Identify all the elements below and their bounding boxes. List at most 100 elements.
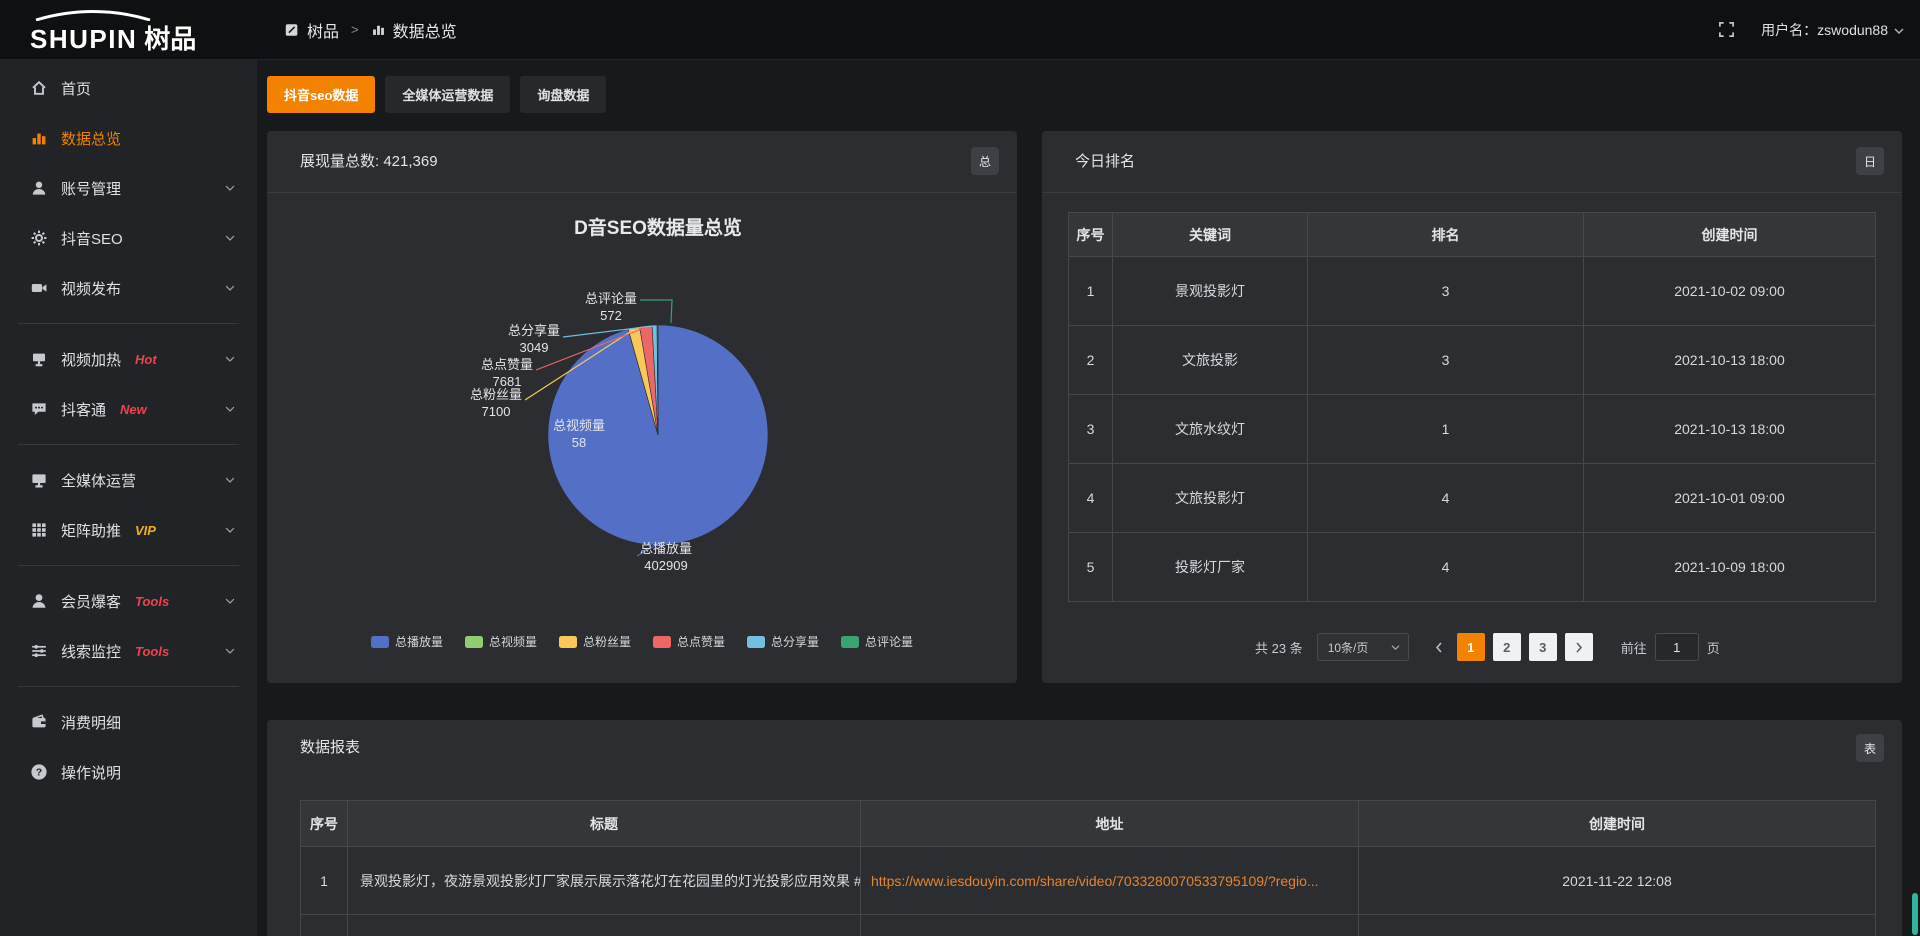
sidebar-item-douketong[interactable]: 抖客通New bbox=[0, 384, 257, 434]
page-button-3[interactable]: 3 bbox=[1529, 633, 1557, 661]
legend-item-总粉丝量[interactable]: 总粉丝量 bbox=[559, 633, 631, 650]
legend-label: 总播放量 bbox=[395, 633, 443, 650]
data-tabs: 抖音seo数据全媒体运营数据询盘数据 bbox=[267, 76, 606, 113]
day-badge-button[interactable]: 日 bbox=[1856, 147, 1884, 175]
page-size-select[interactable]: 10条/页 bbox=[1317, 633, 1409, 661]
legend-item-总播放量[interactable]: 总播放量 bbox=[371, 633, 443, 650]
sidebar-item-video-heat[interactable]: 视频加热Hot bbox=[0, 334, 257, 384]
sidebar-item-label: 矩阵助推 bbox=[61, 520, 121, 541]
goto-page-input[interactable] bbox=[1655, 633, 1699, 661]
sidebar-item-instructions[interactable]: ?操作说明 bbox=[0, 747, 257, 797]
user-icon bbox=[30, 179, 48, 197]
page-size-value: 10条/页 bbox=[1328, 639, 1369, 656]
legend-item-总点赞量[interactable]: 总点赞量 bbox=[653, 633, 725, 650]
cell: 2021-10-02 09:00 bbox=[1584, 257, 1876, 326]
legend-label: 总视频量 bbox=[489, 633, 537, 650]
page-button-1[interactable]: 1 bbox=[1457, 633, 1485, 661]
sidebar-item-douyin-seo[interactable]: 抖音SEO bbox=[0, 213, 257, 263]
table-row: 2文旅投影32021-10-13 18:00 bbox=[1069, 326, 1876, 395]
sidebar-item-home[interactable]: 首页 bbox=[0, 63, 257, 113]
sidebar-item-clue-monitor[interactable]: 线索监控Tools bbox=[0, 626, 257, 676]
cell: 4 bbox=[1308, 464, 1584, 533]
prev-page-button[interactable] bbox=[1427, 633, 1451, 661]
legend-label: 总粉丝量 bbox=[583, 633, 631, 650]
scrollbar-thumb[interactable] bbox=[1912, 893, 1918, 935]
total-badge-button[interactable]: 总 bbox=[971, 147, 999, 175]
chevron-down-icon bbox=[223, 181, 237, 195]
column-header: 序号 bbox=[301, 801, 348, 847]
person-icon bbox=[30, 592, 48, 610]
cell: 2021-11-22 12:08 bbox=[1359, 847, 1876, 915]
tab-1[interactable]: 全媒体运营数据 bbox=[385, 76, 510, 113]
legend-item-总分享量[interactable]: 总分享量 bbox=[747, 633, 819, 650]
pie-value-总视频量: 58 bbox=[572, 435, 586, 450]
sidebar-item-media-operation[interactable]: 全媒体运营 bbox=[0, 455, 257, 505]
shupin-logo[interactable]: SHUPIN 树品 bbox=[30, 8, 240, 52]
pie-value-总评论量: 572 bbox=[600, 308, 622, 323]
fullscreen-icon[interactable] bbox=[1718, 21, 1735, 38]
logo-en: SHUPIN bbox=[30, 24, 137, 55]
cell: 1 bbox=[301, 847, 348, 915]
sidebar-item-consumption-detail[interactable]: 消费明细 bbox=[0, 697, 257, 747]
chevron-down-icon bbox=[223, 281, 237, 295]
sidebar-item-label: 抖音SEO bbox=[61, 228, 123, 249]
tab-0[interactable]: 抖音seo数据 bbox=[267, 76, 375, 113]
legend-chip bbox=[841, 636, 859, 648]
sidebar-item-member-baoke[interactable]: 会员爆客Tools bbox=[0, 576, 257, 626]
sidebar-item-data-overview[interactable]: 数据总览 bbox=[0, 113, 257, 163]
grid-icon bbox=[30, 521, 48, 539]
sidebar-item-badge: Tools bbox=[135, 644, 169, 659]
sliders-icon bbox=[30, 642, 48, 660]
topbar-right: 用户名：zswodun88 bbox=[1718, 0, 1904, 59]
page-button-2[interactable]: 2 bbox=[1493, 633, 1521, 661]
cell: 4 bbox=[1069, 464, 1113, 533]
report-table: 序号标题地址创建时间1景观投影灯，夜游景观投影灯厂家展示展示落花灯在花园里的灯光… bbox=[300, 800, 1876, 936]
screen-icon bbox=[30, 350, 48, 368]
ranking-table: 序号关键词排名创建时间1景观投影灯32021-10-02 09:002文旅投影3… bbox=[1068, 212, 1876, 602]
cell: 3 bbox=[1069, 395, 1113, 464]
report-panel-title: 数据报表 bbox=[300, 720, 360, 776]
legend-item-总评论量[interactable]: 总评论量 bbox=[841, 633, 913, 650]
sidebar-item-matrix-boost[interactable]: 矩阵助推VIP bbox=[0, 505, 257, 555]
legend-item-总视频量[interactable]: 总视频量 bbox=[465, 633, 537, 650]
chevron-down-icon bbox=[223, 402, 237, 416]
next-page-button[interactable] bbox=[1565, 633, 1593, 661]
sidebar-divider bbox=[18, 444, 239, 445]
legend-chip bbox=[371, 636, 389, 648]
sidebar-item-badge: New bbox=[120, 402, 147, 417]
pie-value-总播放量: 402909 bbox=[644, 558, 687, 573]
tab-2[interactable]: 询盘数据 bbox=[520, 76, 606, 113]
cell: 4 bbox=[1308, 533, 1584, 602]
user-menu[interactable]: 用户名：zswodun88 bbox=[1761, 20, 1904, 40]
bar-chart-icon bbox=[371, 22, 386, 37]
chevron-down-icon bbox=[1894, 27, 1904, 35]
sidebar-item-label: 消费明细 bbox=[61, 712, 121, 733]
sidebar-divider bbox=[18, 565, 239, 566]
video-link[interactable]: https://www.iesdouyin.com/share/video/70… bbox=[861, 847, 1359, 915]
sidebar-item-account-management[interactable]: 账号管理 bbox=[0, 163, 257, 213]
video-link[interactable] bbox=[861, 915, 1359, 936]
breadcrumb-item-shupin[interactable]: 树品 bbox=[284, 18, 339, 42]
legend-label: 总分享量 bbox=[771, 633, 819, 650]
home-icon bbox=[30, 79, 48, 97]
sidebar-item-badge: Hot bbox=[135, 352, 157, 367]
sidebar-item-video-publish[interactable]: 视频发布 bbox=[0, 263, 257, 313]
pagination-total: 共 23 条 bbox=[1255, 638, 1303, 657]
table-row: 1景观投影灯32021-10-02 09:00 bbox=[1069, 257, 1876, 326]
table-badge-button[interactable]: 表 bbox=[1856, 734, 1884, 762]
sidebar-item-label: 操作说明 bbox=[61, 762, 121, 783]
video-title: 景观投影灯，夜游景观投影灯厂家展示展示落花灯在花园里的灯光投影应用效果 # bbox=[348, 847, 861, 915]
sidebar-item-label: 账号管理 bbox=[61, 178, 121, 199]
logo-text: SHUPIN 树品 bbox=[30, 19, 196, 56]
breadcrumb-label: 树品 bbox=[307, 18, 339, 42]
table-row bbox=[301, 915, 1876, 936]
breadcrumb-item-data-overview[interactable]: 数据总览 bbox=[371, 18, 457, 42]
chevron-down-icon bbox=[223, 231, 237, 245]
breadcrumb-separator: > bbox=[351, 22, 359, 37]
table-row: 4文旅投影灯42021-10-01 09:00 bbox=[1069, 464, 1876, 533]
chevron-down-icon bbox=[223, 594, 237, 608]
chevron-down-icon bbox=[223, 523, 237, 537]
sidebar-item-label: 数据总览 bbox=[61, 128, 121, 149]
camera-icon bbox=[30, 279, 48, 297]
column-header: 标题 bbox=[348, 801, 861, 847]
